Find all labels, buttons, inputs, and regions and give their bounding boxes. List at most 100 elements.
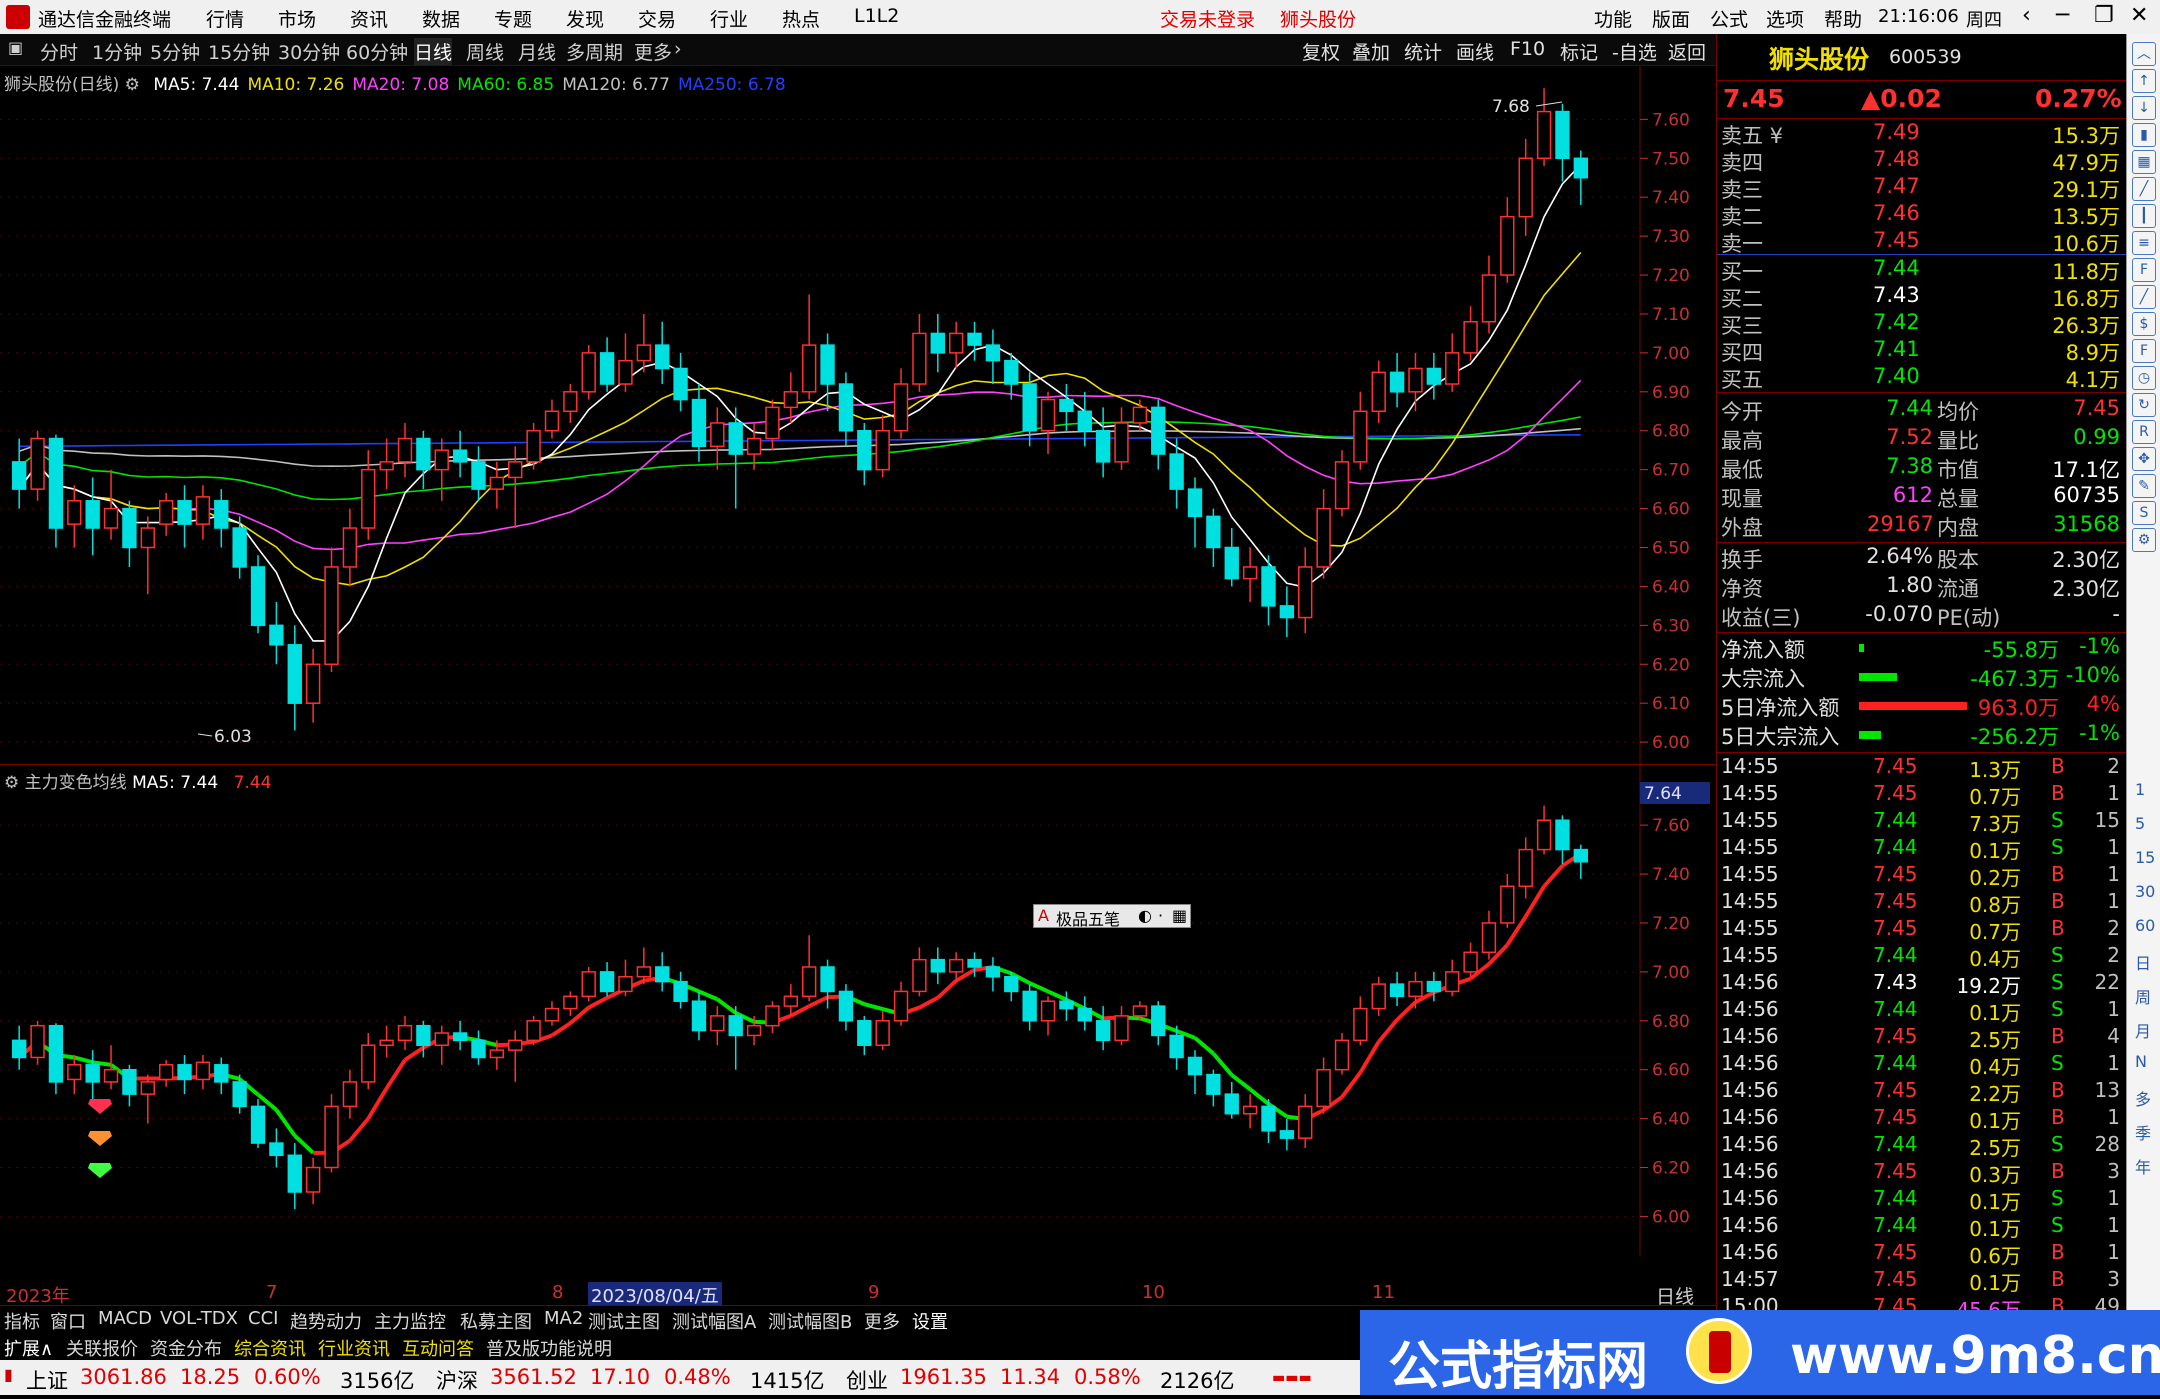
sidebar-period[interactable]: 周 <box>2135 984 2151 1008</box>
indicator-tab[interactable]: MACD <box>98 1308 152 1329</box>
info-tab[interactable]: 关联报价 <box>66 1335 138 1361</box>
info-tab[interactable]: 行业资讯 <box>318 1335 390 1361</box>
menu-item[interactable]: 公式 <box>1710 5 1748 32</box>
clock-icon[interactable]: ◷ <box>2132 366 2156 390</box>
dot-icon[interactable]: · <box>1158 906 1163 925</box>
indicator-tab[interactable]: 测试主图 <box>588 1308 660 1334</box>
stock-icon[interactable]: $ <box>2132 312 2156 336</box>
window-icon[interactable]: ▣ <box>8 38 23 57</box>
grid-icon[interactable]: ▦ <box>2132 150 2156 174</box>
info-tab[interactable]: 普及版功能说明 <box>486 1335 612 1361</box>
sub-indicator-chart[interactable]: 7.607.407.207.006.806.606.406.206.007.64 <box>0 766 1716 1280</box>
menu-item[interactable]: 行业 <box>710 5 748 32</box>
toolbar-button[interactable]: 返回 <box>1668 38 1706 65</box>
indicator-tab[interactable]: 更多 <box>864 1308 900 1334</box>
list-icon[interactable]: ≡ <box>2132 231 2156 255</box>
period-tab[interactable]: 15分钟 <box>208 38 270 65</box>
toolbar-button[interactable]: F10 <box>1510 38 1545 60</box>
period-tab[interactable]: 1分钟 <box>92 38 142 65</box>
period-tab[interactable]: 5分钟 <box>150 38 200 65</box>
menu-item[interactable]: 发现 <box>566 5 604 32</box>
period-tab-active[interactable]: 日线 <box>414 38 452 65</box>
back-icon[interactable]: ‹ <box>2022 3 2031 28</box>
sidebar-period[interactable]: 1 <box>2135 780 2145 799</box>
indicator-tab[interactable]: VOL-TDX <box>160 1308 238 1329</box>
toolbar-button[interactable]: 标记 <box>1560 38 1598 65</box>
sidebar-period[interactable]: 年 <box>2135 1154 2151 1178</box>
ime-toolbar[interactable]: A 极品五笔 ◐ · ▦ <box>1033 904 1191 928</box>
sidebar-period[interactable]: 月 <box>2135 1018 2151 1042</box>
menu-item[interactable]: 专题 <box>494 5 532 32</box>
sidebar-period[interactable]: 60 <box>2135 916 2155 935</box>
refresh-icon[interactable]: ↻ <box>2132 393 2156 417</box>
move-icon[interactable]: ✥ <box>2132 447 2156 471</box>
moon-icon[interactable]: ◐ <box>1138 906 1152 925</box>
menu-item[interactable]: 帮助 <box>1824 5 1862 32</box>
chevron-right-icon[interactable]: › <box>674 38 682 60</box>
f2-icon[interactable]: F <box>2132 339 2156 363</box>
menu-item[interactable]: 功能 <box>1594 5 1632 32</box>
sidebar-period[interactable]: 多 <box>2135 1086 2151 1110</box>
indicator-tab[interactable]: CCI <box>248 1308 278 1329</box>
chart-icon[interactable]: ╱ <box>2132 177 2156 201</box>
indicator-tab[interactable]: MA2 <box>544 1308 583 1329</box>
period-tab[interactable]: 月线 <box>518 38 556 65</box>
minimize-icon[interactable]: ─ <box>2056 3 2069 28</box>
toolbar-button[interactable]: 画线 <box>1456 38 1494 65</box>
menu-item[interactable]: L1L2 <box>854 5 899 27</box>
menu-item[interactable]: 版面 <box>1652 5 1690 32</box>
menu-item[interactable]: 热点 <box>782 5 820 32</box>
toolbar-button[interactable]: 统计 <box>1404 38 1442 65</box>
menu-item[interactable]: 交易 <box>638 5 676 32</box>
close-icon[interactable]: ✕ <box>2130 3 2148 28</box>
sidebar-period[interactable]: N <box>2135 1052 2147 1071</box>
period-tab[interactable]: 60分钟 <box>346 38 408 65</box>
indicator-tab[interactable]: 私募主图 <box>460 1308 532 1334</box>
main-candlestick-chart[interactable]: 7.607.507.407.307.207.107.006.906.806.70… <box>0 66 1716 766</box>
menu-item[interactable]: 行情 <box>206 5 244 32</box>
info-tab[interactable]: 扩展∧ <box>4 1335 53 1361</box>
sidebar-period[interactable]: 15 <box>2135 848 2155 867</box>
ime-icon[interactable]: A <box>1038 906 1049 925</box>
fs-icon[interactable]: S <box>2132 501 2156 525</box>
toolbar-button[interactable]: 叠加 <box>1352 38 1390 65</box>
indicator-tab[interactable]: 窗口 <box>50 1308 86 1334</box>
sidebar-period[interactable]: 5 <box>2135 814 2145 833</box>
sidebar-period[interactable]: 日 <box>2135 950 2151 974</box>
indicator-tab[interactable]: 测试幅图B <box>768 1308 852 1334</box>
period-tab[interactable]: 多周期 <box>566 38 623 65</box>
toolbar-button[interactable]: -自选 <box>1612 38 1657 65</box>
chart-icon[interactable]: ╱ <box>2132 285 2156 309</box>
ri-icon[interactable]: R <box>2132 420 2156 444</box>
indicator-tab[interactable]: 趋势动力 <box>290 1308 362 1334</box>
menu-item[interactable]: 资讯 <box>350 5 388 32</box>
candles-icon[interactable]: ┃ <box>2132 204 2156 228</box>
bar-icon[interactable]: ▮ <box>2132 123 2156 147</box>
indicator-tab[interactable]: 设置 <box>912 1308 948 1334</box>
info-tab[interactable]: 综合资讯 <box>234 1335 306 1361</box>
period-tab[interactable]: 分时 <box>40 38 78 65</box>
indicator-tab[interactable]: 主力监控 <box>374 1308 446 1334</box>
trade-login-link[interactable]: 交易未登录 <box>1160 5 1255 32</box>
up-arrow-icon[interactable]: ↑ <box>2132 69 2156 93</box>
indicator-tab[interactable]: 测试幅图A <box>672 1308 756 1334</box>
gear-icon[interactable]: ⚙ <box>2132 528 2156 552</box>
indicator-tab[interactable]: 指标 <box>4 1308 40 1334</box>
down-arrow-icon[interactable]: ↓ <box>2132 96 2156 120</box>
period-tab[interactable]: 周线 <box>466 38 504 65</box>
period-tab[interactable]: 30分钟 <box>278 38 340 65</box>
sidebar-period[interactable]: 季 <box>2135 1120 2151 1144</box>
info-tab[interactable]: 资金分布 <box>150 1335 222 1361</box>
f10-icon[interactable]: F <box>2132 258 2156 282</box>
keyboard-icon[interactable]: ▦ <box>1172 906 1187 925</box>
sidebar-period[interactable]: 30 <box>2135 882 2155 901</box>
restore-icon[interactable]: ❐ <box>2094 3 2114 28</box>
more-periods-button[interactable]: 更多 <box>634 38 672 65</box>
info-tab[interactable]: 互动问答 <box>402 1335 474 1361</box>
chevron-up-icon[interactable]: ︿ <box>2132 42 2156 66</box>
menu-item[interactable]: 数据 <box>422 5 460 32</box>
toolbar-button[interactable]: 复权 <box>1302 38 1340 65</box>
pen-icon[interactable]: ✎ <box>2132 474 2156 498</box>
menu-item[interactable]: 市场 <box>278 5 316 32</box>
menu-item[interactable]: 选项 <box>1766 5 1804 32</box>
